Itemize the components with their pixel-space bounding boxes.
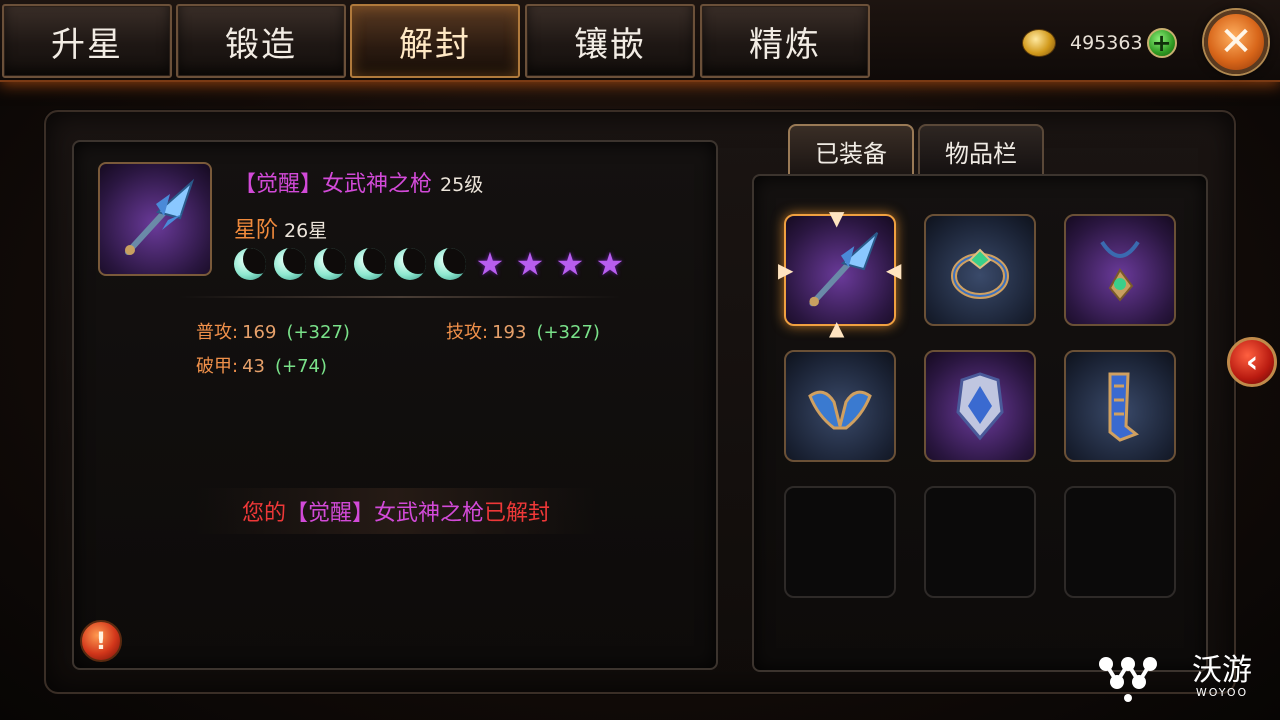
moon-star-icon <box>354 248 386 280</box>
equip-slot-chest[interactable] <box>924 350 1036 462</box>
tab-equipped[interactable]: 已装备 <box>788 124 914 176</box>
collapse-panel-button[interactable]: ‹ <box>1224 320 1280 404</box>
item-level: 25级 <box>440 174 484 196</box>
equip-slot-empty[interactable] <box>1064 486 1176 598</box>
gold-amount: 495363 <box>1070 32 1143 54</box>
chevron-left-icon: ‹ <box>1227 337 1277 387</box>
watermark-sub: WOYOO <box>1195 685 1249 699</box>
close-button[interactable]: ✕ <box>1204 10 1268 74</box>
gold-display: 495363 + <box>1022 26 1177 60</box>
watermark: 沃游 WOYOO <box>1096 652 1252 702</box>
equip-slot-empty[interactable] <box>924 486 1036 598</box>
notice-item: 【觉醒】女武神之枪 <box>285 501 484 526</box>
close-icon: ✕ <box>1219 19 1253 65</box>
star-rank-label: 星阶 <box>234 218 279 243</box>
tab-forge[interactable]: 锻造 <box>176 4 346 78</box>
spear-icon <box>809 232 879 307</box>
moon-star-icon <box>394 248 426 280</box>
chevron-left-icon: ◀ <box>886 258 902 282</box>
stat-bonus: (+74) <box>274 356 328 377</box>
necklace-icon <box>1100 240 1140 302</box>
equip-slot-weapon[interactable] <box>784 214 896 326</box>
purple-star-icon: ★ <box>515 245 545 283</box>
tab-refine[interactable]: 精炼 <box>700 4 870 78</box>
chevron-up-icon: ▲ <box>829 316 845 340</box>
purple-star-icon: ★ <box>475 245 505 283</box>
item-slot[interactable] <box>98 162 212 276</box>
star-rating-row: ★ ★ ★ ★ <box>234 248 626 280</box>
ring-icon <box>951 248 1009 299</box>
star-rank-value: 26星 <box>284 220 328 242</box>
tab-inventory[interactable]: 物品栏 <box>918 124 1044 176</box>
equip-slot-ring[interactable] <box>924 214 1036 326</box>
stat-normal-attack: 普攻: 169 (+327) <box>196 318 350 344</box>
stat-label: 普攻: <box>196 322 239 343</box>
stat-value: 169 <box>242 322 277 343</box>
gold-coin-icon <box>1022 29 1056 57</box>
stat-label: 破甲: <box>196 356 239 377</box>
wings-helmet-icon <box>808 390 872 430</box>
moon-star-icon <box>434 248 466 280</box>
moon-star-icon <box>274 248 306 280</box>
tab-upgrade-star[interactable]: 升星 <box>2 4 172 78</box>
exclamation-icon: ! <box>95 627 107 655</box>
spear-icon <box>125 178 195 255</box>
plus-icon: + <box>1151 29 1172 57</box>
chest-armor-icon <box>956 372 1004 441</box>
equip-slot-empty[interactable] <box>784 486 896 598</box>
woyoo-logo-icon <box>1099 657 1157 702</box>
stat-value: 193 <box>492 322 527 343</box>
stat-skill-attack: 技攻: 193 (+327) <box>446 318 600 344</box>
purple-star-icon: ★ <box>555 245 585 283</box>
tab-unseal[interactable]: 解封 <box>350 4 520 78</box>
stat-label: 技攻: <box>446 322 489 343</box>
stat-bonus: (+327) <box>286 322 350 343</box>
watermark-text: 沃游 <box>1192 652 1252 688</box>
info-warning-button[interactable]: ! <box>80 620 122 662</box>
moon-star-icon <box>234 248 266 280</box>
stat-armor-break: 破甲: 43 (+74) <box>196 352 327 378</box>
item-title: 【觉醒】女武神之枪 <box>234 172 433 197</box>
notice-suffix: 已解封 <box>484 501 551 526</box>
equip-slot-helmet[interactable] <box>784 350 896 462</box>
stat-bonus: (+327) <box>536 322 600 343</box>
purple-star-icon: ★ <box>595 245 625 283</box>
greaves-icon <box>1108 372 1139 442</box>
equip-slot-legs[interactable] <box>1064 350 1176 462</box>
add-gold-button[interactable]: + <box>1146 28 1177 58</box>
unseal-notice: 您的 【觉醒】女武神之枪 已解封 <box>196 488 596 534</box>
moon-star-icon <box>314 248 346 280</box>
item-name: 【觉醒】女武神之枪 25级 <box>234 166 483 198</box>
stat-value: 43 <box>242 356 265 377</box>
equip-slot-necklace[interactable] <box>1064 214 1176 326</box>
chevron-down-icon: ▼ <box>829 206 845 230</box>
tab-inlay[interactable]: 镶嵌 <box>525 4 695 78</box>
notice-prefix: 您的 <box>241 501 286 526</box>
divider <box>180 296 620 298</box>
star-rank: 星阶 26星 <box>234 212 327 244</box>
chevron-right-icon: ▶ <box>778 258 794 282</box>
